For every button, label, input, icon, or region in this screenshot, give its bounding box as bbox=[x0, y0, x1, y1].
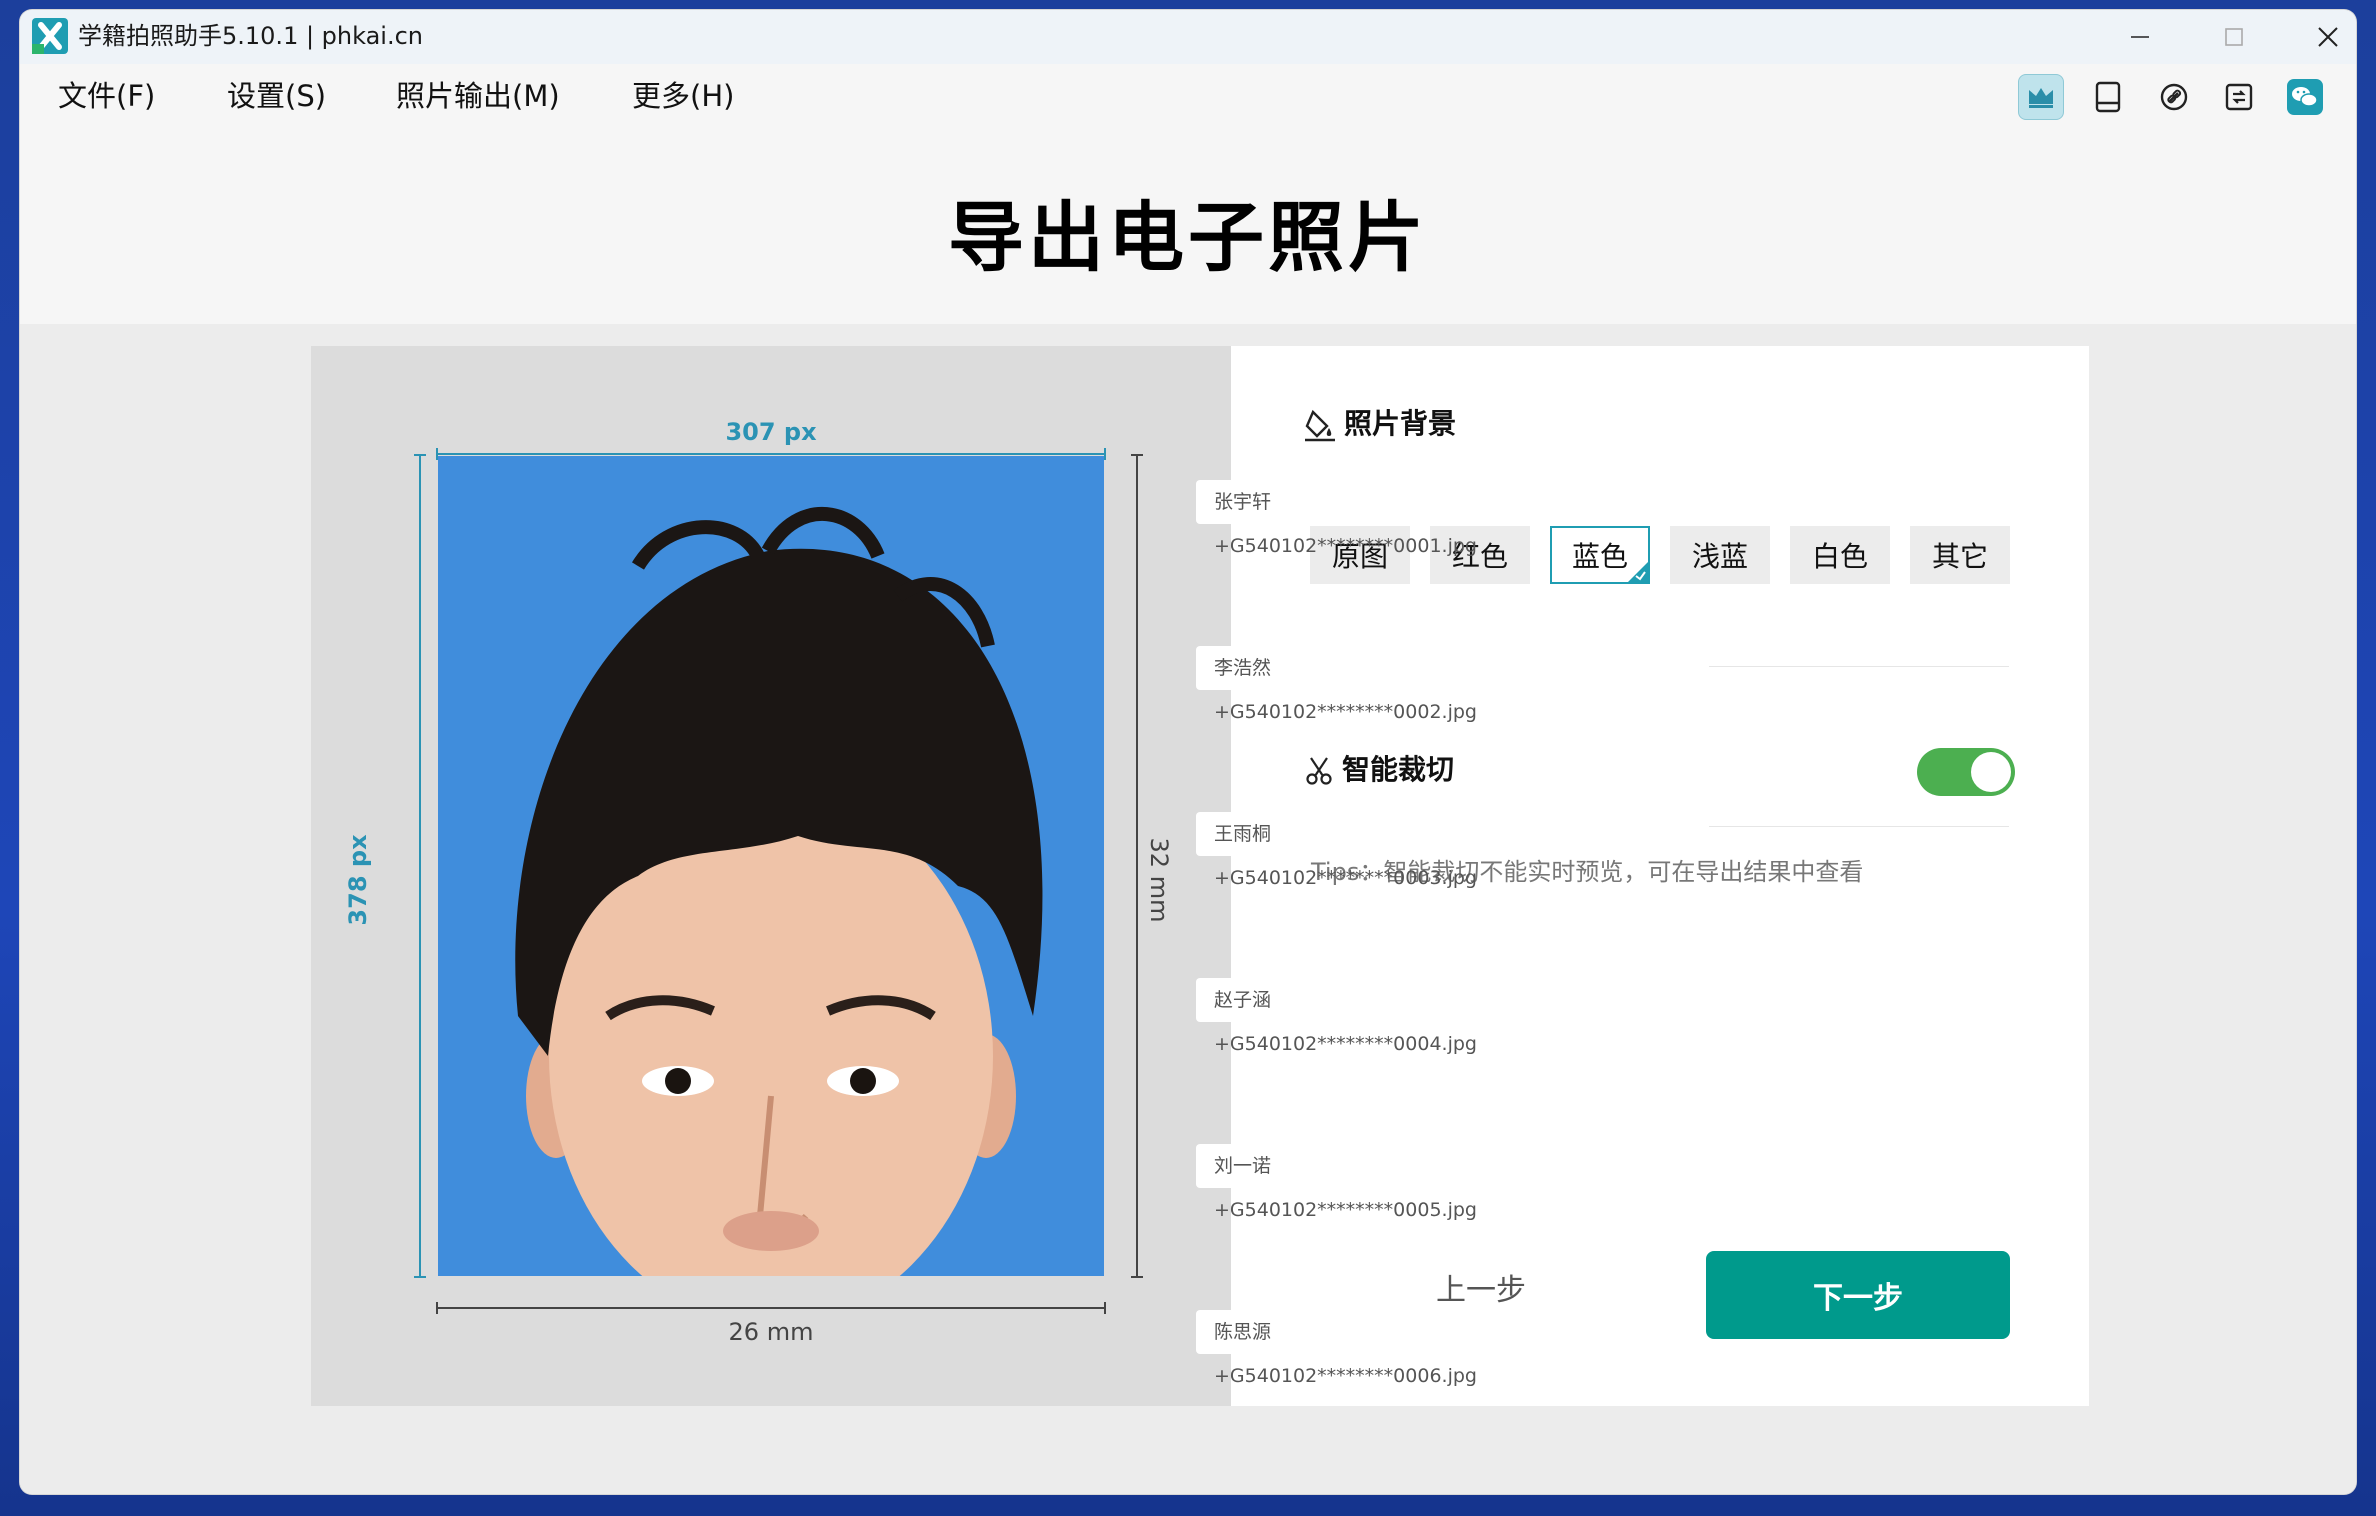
width-mm-label: 26 mm bbox=[728, 1318, 814, 1346]
width-px-label: 307 px bbox=[725, 418, 817, 446]
file-item[interactable]: 张宇轩+G540102********0001.jpg bbox=[1196, 480, 1486, 557]
close-button[interactable] bbox=[2282, 10, 2356, 64]
minimize-icon bbox=[2131, 36, 2149, 38]
wechat-icon bbox=[2287, 79, 2323, 115]
file-item[interactable]: 赵子涵+G540102********0004.jpg bbox=[1196, 978, 1486, 1055]
file-item[interactable]: 王雨桐+G540102********0003.jpg bbox=[1196, 812, 1486, 889]
toggle-knob bbox=[1971, 752, 2011, 792]
portrait-photo bbox=[438, 456, 1104, 1276]
bg-option-blue-label: 蓝色 bbox=[1571, 540, 1628, 573]
next-step-button[interactable]: 下一步 bbox=[1706, 1251, 2010, 1339]
wechat-button[interactable] bbox=[2282, 74, 2328, 120]
next-step-label: 下一步 bbox=[1813, 1281, 1903, 1316]
smart-crop-toggle[interactable] bbox=[1917, 748, 2015, 796]
link-button[interactable] bbox=[2151, 74, 2197, 120]
width-mm-dimension-line bbox=[436, 1302, 1106, 1314]
swap-icon bbox=[2225, 83, 2253, 111]
file-item[interactable]: 刘一诺+G540102********0005.jpg bbox=[1196, 1144, 1486, 1221]
app-logo-icon bbox=[32, 18, 68, 54]
maximize-button[interactable] bbox=[2188, 10, 2280, 64]
scissors-icon bbox=[1306, 757, 1332, 785]
bg-option-light-blue[interactable]: 浅蓝 bbox=[1670, 526, 1770, 584]
photo-preview-panel: 307 px 378 px 32 mm 26 mm bbox=[311, 346, 1231, 1406]
menu-photo-output[interactable]: 照片输出(M) bbox=[396, 74, 560, 118]
height-mm-label: 32 mm bbox=[1145, 837, 1173, 923]
height-mm-dimension-line bbox=[1131, 454, 1143, 1278]
menu-more[interactable]: 更多(H) bbox=[632, 74, 734, 118]
close-icon bbox=[2318, 27, 2338, 47]
selected-corner-icon bbox=[1628, 562, 1648, 582]
window-title: 学籍拍照助手5.10.1 | phkai.cn bbox=[78, 22, 424, 50]
bg-option-white[interactable]: 白色 bbox=[1790, 526, 1890, 584]
bg-option-blue[interactable]: 蓝色 bbox=[1550, 526, 1650, 584]
file-item[interactable]: 陈思源+G540102********0006.jpg bbox=[1196, 1310, 1486, 1387]
link-icon bbox=[2160, 83, 2188, 111]
bg-option-other[interactable]: 其它 bbox=[1910, 526, 2010, 584]
tablet-icon bbox=[2095, 81, 2121, 113]
convert-button[interactable] bbox=[2216, 74, 2262, 120]
vip-button[interactable] bbox=[2018, 74, 2064, 120]
height-px-dimension-line bbox=[414, 454, 426, 1278]
previous-step-button[interactable]: 上一步 bbox=[1411, 1266, 1551, 1316]
menu-settings[interactable]: 设置(S) bbox=[227, 74, 326, 118]
section-divider-2 bbox=[1709, 826, 2009, 827]
paint-bucket-icon bbox=[1305, 409, 1335, 442]
heading-band: 导出电子照片 bbox=[20, 128, 2356, 324]
maximize-icon bbox=[2225, 28, 2243, 46]
page-title: 导出电子照片 bbox=[948, 193, 1428, 282]
portrait-image bbox=[515, 507, 1043, 1276]
menu-bar: 文件(F) 设置(S) 照片输出(M) 更多(H) bbox=[20, 64, 2356, 128]
height-px-label: 378 px bbox=[344, 834, 372, 926]
device-button[interactable] bbox=[2085, 74, 2131, 120]
title-bar: 学籍拍照助手5.10.1 | phkai.cn bbox=[20, 10, 2356, 64]
background-section-title: 照片背景 bbox=[1344, 407, 1457, 440]
section-divider bbox=[1709, 666, 2009, 667]
menu-file[interactable]: 文件(F) bbox=[58, 74, 155, 118]
app-window: 学籍拍照助手5.10.1 | phkai.cn 文件(F) 设置(S) 照片输出… bbox=[20, 10, 2356, 1494]
minimize-button[interactable] bbox=[2094, 10, 2186, 64]
crown-icon bbox=[2029, 88, 2053, 108]
crop-section-title: 智能裁切 bbox=[1342, 753, 1455, 786]
file-item[interactable]: 李浩然+G540102********0002.jpg bbox=[1196, 646, 1486, 723]
